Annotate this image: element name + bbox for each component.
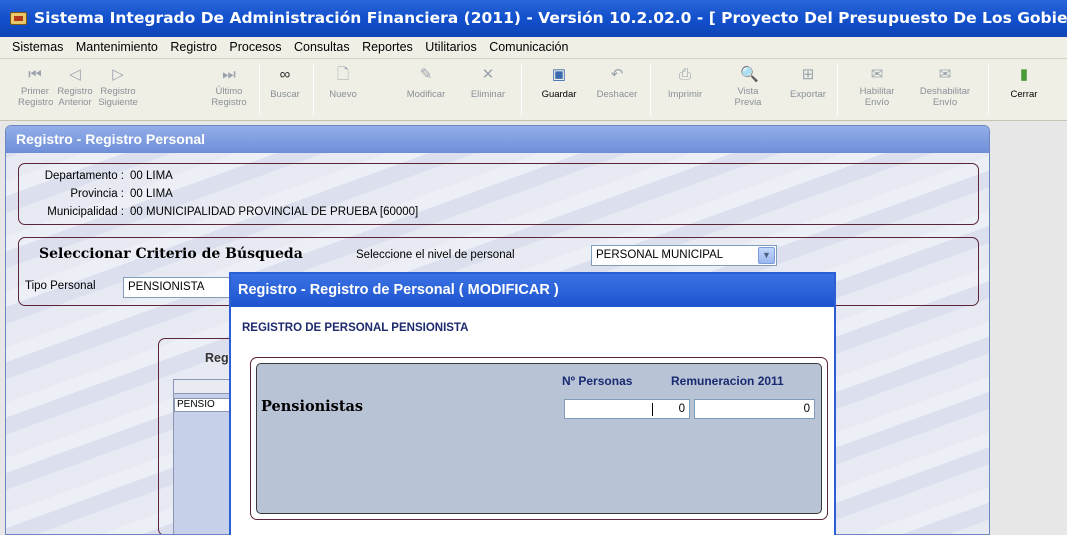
menu-comunicacion[interactable]: Comunicación [489, 40, 568, 54]
last-record-icon: ⏭ [222, 66, 236, 83]
next-record-button[interactable]: ▷ Registro Siguiente [96, 65, 140, 117]
toolbar-separator [650, 65, 651, 115]
municipalidad-label: Municipalidad : [47, 206, 124, 218]
toolbar-separator [988, 65, 989, 115]
menu-registro[interactable]: Registro [170, 40, 217, 54]
menu-reportes[interactable]: Reportes [362, 40, 413, 54]
first-record-icon: ⏮ [28, 66, 42, 83]
provincia-label: Provincia : [70, 188, 124, 200]
print-preview-button[interactable]: 🔍 Vista Previa [730, 65, 766, 117]
disable-send-icon: ✉ [938, 66, 952, 83]
dialog-title: Registro - Registro de Personal ( MODIFI… [231, 274, 834, 307]
toolbar-separator [837, 65, 838, 115]
pensionistas-row-label: Pensionistas [261, 398, 364, 415]
undo-icon: ↶ [610, 66, 624, 83]
menu-mantenimiento[interactable]: Mantenimiento [76, 40, 158, 54]
menu-procesos[interactable]: Procesos [229, 40, 281, 54]
tipo-personal-label: Tipo Personal [25, 280, 96, 292]
nivel-select-value: PERSONAL MUNICIPAL [596, 249, 724, 261]
personas-input[interactable]: 0 [564, 399, 690, 419]
chevron-down-icon[interactable]: ▼ [758, 247, 775, 264]
toolbar-separator [313, 65, 314, 115]
undo-button[interactable]: ↶ Deshacer [595, 65, 639, 117]
menu-utilitarios[interactable]: Utilitarios [425, 40, 476, 54]
tipo-personal-value: PENSIONISTA [128, 281, 205, 293]
previous-record-icon: ◁ [69, 66, 81, 83]
personas-column-header: Nº Personas [562, 374, 633, 388]
departamento-value: 00 LIMA [130, 170, 173, 182]
enable-send-button[interactable]: ✉ Habilitar Envío [855, 65, 899, 117]
menu-sistemas[interactable]: Sistemas [12, 40, 63, 54]
delete-button[interactable]: ✕ Eliminar [468, 65, 508, 117]
previous-record-button[interactable]: ◁ Registro Anterior [57, 65, 93, 117]
new-document-icon: 🗋 [336, 66, 350, 83]
preview-icon: 🔍 [740, 66, 759, 83]
text-cursor [652, 403, 653, 416]
edit-icon: ✎ [419, 66, 433, 83]
save-button[interactable]: ▣ Guardar [537, 65, 581, 117]
location-box: Departamento : 00 LIMA Provincia : 00 LIMA… [18, 163, 979, 225]
disable-send-button[interactable]: ✉ Deshabilitar Envío [914, 65, 976, 117]
window-title: Sistema Integrado De Administración Fina… [34, 9, 1067, 27]
pensionistas-panel: Nº Personas Remuneracion 2011 Pensionist… [256, 363, 822, 514]
tipo-personal-select[interactable]: PENSIONISTA [123, 277, 233, 298]
save-icon: ▣ [551, 66, 567, 83]
menu-consultas[interactable]: Consultas [294, 40, 350, 54]
export-icon: ⊞ [801, 66, 815, 83]
municipalidad-value: 00 MUNICIPALIDAD PROVINCIAL DE PRUEBA [6… [130, 206, 419, 218]
toolbar-separator [259, 65, 260, 115]
panel-title: Registro - Registro Personal [6, 126, 989, 153]
exit-icon: ▮ [1019, 66, 1029, 83]
print-button[interactable]: ⎙ Imprimir [664, 65, 706, 117]
provincia-value: 00 LIMA [130, 188, 173, 200]
modify-personal-dialog: Registro - Registro de Personal ( MODIFI… [229, 272, 836, 535]
export-button[interactable]: ⊞ Exportar [786, 65, 830, 117]
app-icon [10, 12, 27, 25]
records-label: Reg [205, 351, 229, 365]
remuneracion-input[interactable]: 0 [694, 399, 815, 419]
binoculars-icon: ∞ [279, 66, 291, 83]
toolbar-separator [521, 65, 522, 115]
window-title-bar: Sistema Integrado De Administración Fina… [0, 0, 1067, 37]
search-button[interactable]: ∞ Buscar [266, 65, 304, 117]
nivel-select[interactable]: PERSONAL MUNICIPAL ▼ [591, 245, 777, 266]
last-record-button[interactable]: ⏭ Último Registro [207, 65, 251, 117]
first-record-button[interactable]: ⏮ Primer Registro [18, 65, 53, 117]
toolbar: ⏮ Primer Registro ◁ Registro Anterior ▷ … [0, 59, 1067, 121]
dialog-subtitle: REGISTRO DE PERSONAL PENSIONISTA [242, 322, 469, 334]
remuneracion-column-header: Remuneracion 2011 [671, 374, 784, 388]
next-record-icon: ▷ [112, 66, 124, 83]
departamento-label: Departamento : [44, 170, 124, 182]
nivel-label: Seleccione el nivel de personal [356, 249, 515, 261]
delete-icon: ✕ [481, 66, 495, 83]
menu-bar: Sistemas Mantenimiento Registro Procesos… [0, 37, 1067, 59]
close-button[interactable]: ▮ Cerrar [1004, 65, 1044, 117]
enable-send-icon: ✉ [870, 66, 884, 83]
modify-button[interactable]: ✎ Modificar [402, 65, 450, 117]
print-icon: ⎙ [678, 66, 691, 83]
criteria-title: Seleccionar Criterio de Búsqueda [39, 246, 303, 262]
new-button[interactable]: 🗋 Nuevo [327, 65, 359, 117]
